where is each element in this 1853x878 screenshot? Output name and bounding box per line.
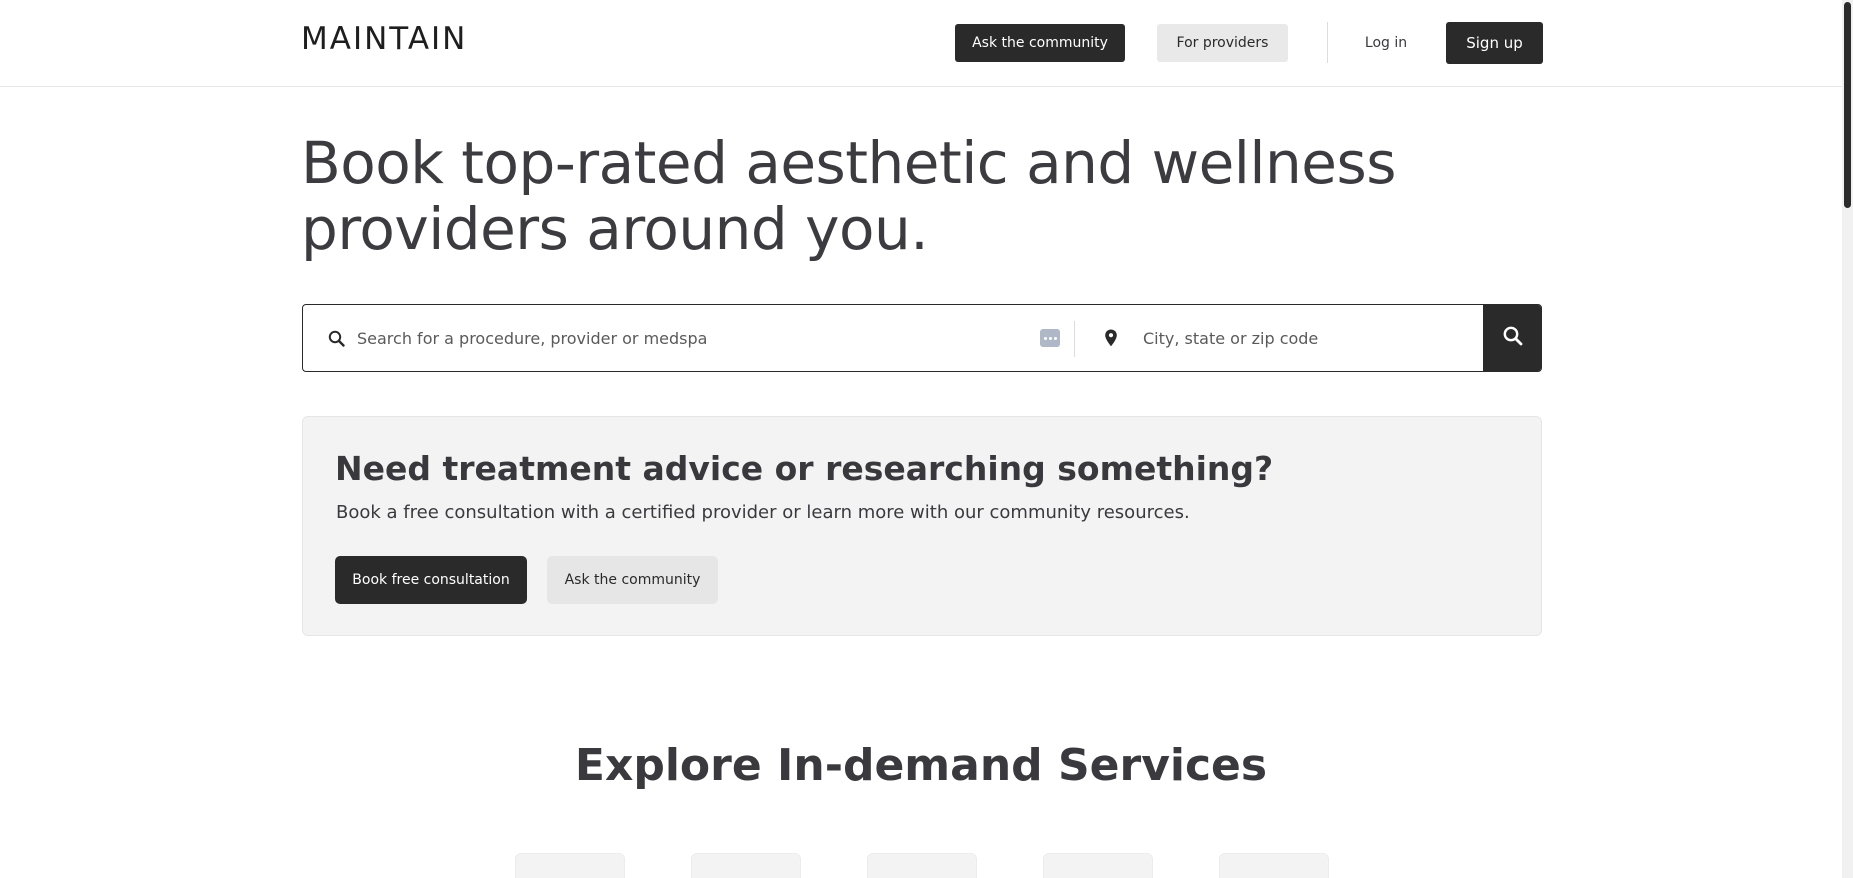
search-bar xyxy=(302,304,1542,372)
scrollbar-thumb[interactable] xyxy=(1844,2,1851,208)
search-divider xyxy=(1074,321,1075,357)
ask-community-button[interactable]: Ask the community xyxy=(547,556,718,604)
map-pin-icon xyxy=(1102,328,1120,348)
page-scrollbar[interactable] xyxy=(1842,0,1853,878)
page: MAINTAIN Ask the community For providers… xyxy=(0,0,1853,878)
explore-services-title: Explore In-demand Services xyxy=(574,740,1268,791)
hero-title-line-2: providers around you. xyxy=(301,195,929,263)
service-tile[interactable] xyxy=(515,853,625,878)
logo[interactable]: MAINTAIN xyxy=(301,22,467,56)
search-icon xyxy=(327,329,347,349)
book-consultation-button[interactable]: Book free consultation xyxy=(335,556,527,604)
top-nav: MAINTAIN Ask the community For providers… xyxy=(0,0,1842,87)
service-tile[interactable] xyxy=(1043,853,1153,878)
service-tile[interactable] xyxy=(867,853,977,878)
dots-icon[interactable] xyxy=(1040,329,1060,347)
service-tile[interactable] xyxy=(691,853,801,878)
hero-title: Book top-rated aesthetic and wellness pr… xyxy=(301,130,1501,262)
advice-card: Need treatment advice or researching som… xyxy=(302,416,1542,636)
login-link[interactable]: Log in xyxy=(1353,24,1419,62)
signup-button[interactable]: Sign up xyxy=(1446,22,1543,64)
nav-divider xyxy=(1327,22,1328,63)
search-icon xyxy=(1502,325,1524,351)
hero-title-line-1: Book top-rated aesthetic and wellness xyxy=(301,129,1396,197)
search-submit-button[interactable] xyxy=(1483,305,1541,371)
service-tile[interactable] xyxy=(1219,853,1329,878)
advice-title: Need treatment advice or researching som… xyxy=(335,449,1274,488)
ask-community-nav-button[interactable]: Ask the community xyxy=(955,24,1125,62)
advice-subtitle: Book a free consultation with a certifie… xyxy=(336,502,1190,523)
location-input[interactable] xyxy=(1143,319,1473,357)
search-input[interactable] xyxy=(357,319,997,357)
for-providers-button[interactable]: For providers xyxy=(1157,24,1288,62)
